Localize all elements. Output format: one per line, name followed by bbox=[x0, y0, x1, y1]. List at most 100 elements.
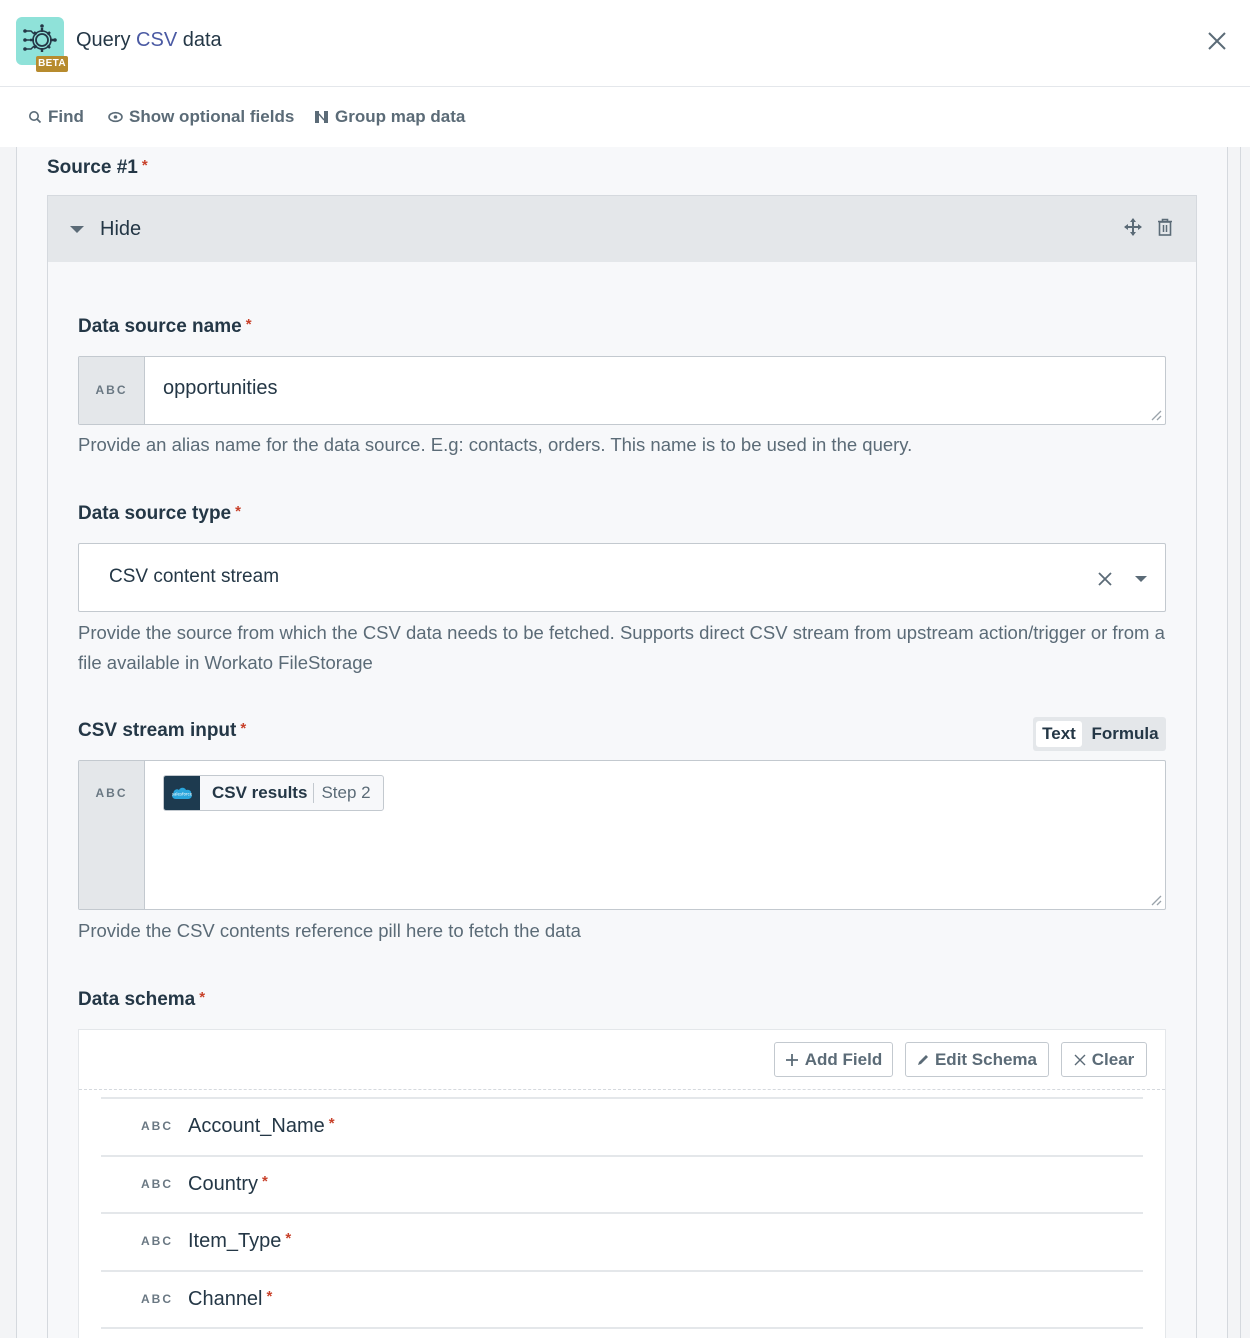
scrollbar-track[interactable] bbox=[1240, 147, 1241, 1338]
source-header: Hide bbox=[48, 196, 1196, 262]
pencil-icon bbox=[917, 1054, 928, 1065]
data-source-type-label: Data source type * bbox=[78, 503, 241, 525]
salesforce-logo: salesforce bbox=[164, 776, 200, 810]
data-source-name-help: Provide an alias name for the data sourc… bbox=[78, 434, 913, 455]
field-name: Channel * bbox=[188, 1288, 272, 1311]
dialog-header: BETA Query CSV data bbox=[0, 0, 1250, 87]
schema-field-list: ABC Account_Name * ABC Country * ABC Item_… bbox=[101, 1097, 1143, 1337]
schema-field-row[interactable]: ABC Account_Name * bbox=[101, 1097, 1143, 1155]
field-type-tag: ABC bbox=[141, 1291, 173, 1306]
show-optional-fields-label: Show optional fields bbox=[129, 107, 295, 126]
beta-badge: BETA bbox=[36, 56, 68, 72]
data-source-name-value[interactable]: opportunities bbox=[163, 377, 278, 400]
schema-field-row-partial bbox=[101, 1327, 1143, 1337]
source-box: Hide Data source name * ABC opportunitie… bbox=[47, 195, 1197, 1338]
trash-icon bbox=[1158, 218, 1172, 236]
clear-selection-icon[interactable] bbox=[1097, 571, 1113, 587]
required-asterisk: * bbox=[245, 316, 252, 333]
required-asterisk: * bbox=[235, 503, 241, 520]
text-mode-button[interactable]: Text bbox=[1036, 721, 1082, 747]
source-label: Source #1 * bbox=[47, 157, 148, 179]
resize-handle-icon[interactable] bbox=[1150, 894, 1162, 906]
close-icon bbox=[1208, 32, 1226, 50]
delete-button[interactable] bbox=[1157, 218, 1173, 241]
move-handle[interactable] bbox=[1124, 218, 1142, 241]
data-source-type-select[interactable]: CSV content stream bbox=[78, 543, 1166, 612]
required-asterisk: * bbox=[199, 989, 206, 1006]
title-suffix: data bbox=[177, 29, 222, 51]
schema-toolbar: Add Field Edit Schema Clear bbox=[79, 1030, 1165, 1090]
close-button[interactable] bbox=[1204, 28, 1230, 54]
salesforce-cloud-icon: salesforce bbox=[172, 787, 193, 799]
field-type-tag: ABC bbox=[141, 1234, 173, 1248]
data-source-type-value: CSV content stream bbox=[109, 566, 280, 587]
group-map-data-label: Group map data bbox=[335, 107, 466, 126]
edit-schema-label: Edit Schema bbox=[934, 1049, 1038, 1069]
close-icon bbox=[1074, 1054, 1086, 1065]
field-type-tag: ABC bbox=[141, 1176, 173, 1191]
chevron-down-icon[interactable] bbox=[1134, 575, 1148, 583]
data-source-name-label-text: Data source name bbox=[78, 316, 242, 337]
clear-schema-button[interactable]: Clear bbox=[1061, 1042, 1147, 1077]
csv-stream-input-label-text: CSV stream input bbox=[78, 720, 237, 741]
datapill-name: CSV results bbox=[212, 783, 308, 802]
data-source-name-input[interactable]: ABC opportunities bbox=[78, 356, 1166, 425]
eye-icon bbox=[108, 111, 123, 123]
data-source-type-label-text: Data source type bbox=[78, 503, 232, 524]
find-button[interactable]: Find bbox=[28, 107, 84, 127]
field-name-text: Item_Type bbox=[188, 1230, 282, 1252]
source-label-text: Source #1 bbox=[47, 157, 138, 178]
caret-down-icon bbox=[70, 226, 84, 233]
resize-handle-icon[interactable] bbox=[1150, 409, 1162, 421]
add-field-button[interactable]: Add Field bbox=[774, 1042, 893, 1077]
input-mode-toggle: Text Formula bbox=[1033, 717, 1166, 751]
schema-field-row[interactable]: ABC Channel * bbox=[101, 1269, 1143, 1328]
data-source-name-label: Data source name * bbox=[78, 316, 252, 338]
required-asterisk: * bbox=[141, 157, 148, 174]
gear-network-icon bbox=[23, 24, 57, 52]
required-asterisk: * bbox=[240, 720, 247, 737]
title-prefix: Query bbox=[76, 29, 137, 51]
required-asterisk: * bbox=[266, 1287, 273, 1305]
show-optional-fields-button[interactable]: Show optional fields bbox=[108, 107, 294, 127]
field-name: Account_Name * bbox=[188, 1115, 335, 1138]
datapill-step: Step 2 bbox=[321, 783, 371, 802]
field-type-tag: ABC bbox=[141, 1119, 173, 1133]
data-schema-label: Data schema * bbox=[78, 989, 205, 1011]
type-tag: ABC bbox=[79, 357, 145, 424]
data-schema-editor: Add Field Edit Schema Clear ABC Account_… bbox=[78, 1029, 1166, 1338]
schema-field-row[interactable]: ABC Item_Type * bbox=[101, 1212, 1143, 1270]
find-label: Find bbox=[48, 107, 84, 126]
csv-stream-input-help: Provide the CSV contents reference pill … bbox=[78, 920, 581, 941]
data-schema-label-text: Data schema bbox=[78, 989, 196, 1010]
required-asterisk: * bbox=[262, 1172, 268, 1190]
required-asterisk: * bbox=[328, 1115, 335, 1132]
formula-mode-button[interactable]: Formula bbox=[1088, 721, 1162, 747]
group-map-data-button[interactable]: Group map data bbox=[314, 107, 465, 127]
field-name-text: Channel bbox=[188, 1287, 263, 1310]
search-icon bbox=[29, 111, 42, 124]
field-name: Country * bbox=[188, 1173, 268, 1196]
svg-text:salesforce: salesforce bbox=[172, 792, 193, 797]
csv-stream-input-label: CSV stream input * bbox=[78, 720, 246, 742]
field-name-text: Account_Name bbox=[188, 1115, 325, 1137]
edit-schema-button[interactable]: Edit Schema bbox=[905, 1042, 1049, 1077]
hide-label: Hide bbox=[100, 218, 142, 240]
csv-stream-input[interactable]: ABC salesforce CSV results Step 2 bbox=[78, 760, 1166, 910]
schema-border bbox=[1165, 1090, 1166, 1338]
clear-schema-label: Clear bbox=[1091, 1049, 1135, 1069]
hide-toggle[interactable]: Hide bbox=[70, 218, 141, 241]
plus-icon bbox=[785, 1053, 798, 1066]
toolbar: Find Show optional fields Group map data bbox=[0, 87, 1250, 147]
schema-field-row[interactable]: ABC Country * bbox=[101, 1154, 1143, 1213]
move-icon bbox=[1124, 218, 1142, 236]
title-accent: CSV bbox=[136, 29, 178, 51]
field-name: Item_Type * bbox=[188, 1230, 291, 1253]
dialog-title: Query CSV data bbox=[76, 29, 222, 52]
add-field-label: Add Field bbox=[804, 1049, 883, 1069]
data-source-type-help: Provide the source from which the CSV da… bbox=[78, 622, 1165, 673]
type-tag: ABC bbox=[79, 761, 145, 909]
required-asterisk: * bbox=[285, 1230, 292, 1247]
datapill[interactable]: salesforce CSV results Step 2 bbox=[163, 775, 384, 811]
form-content: Source #1 * Hide Data source name * ABC … bbox=[0, 147, 1250, 1338]
